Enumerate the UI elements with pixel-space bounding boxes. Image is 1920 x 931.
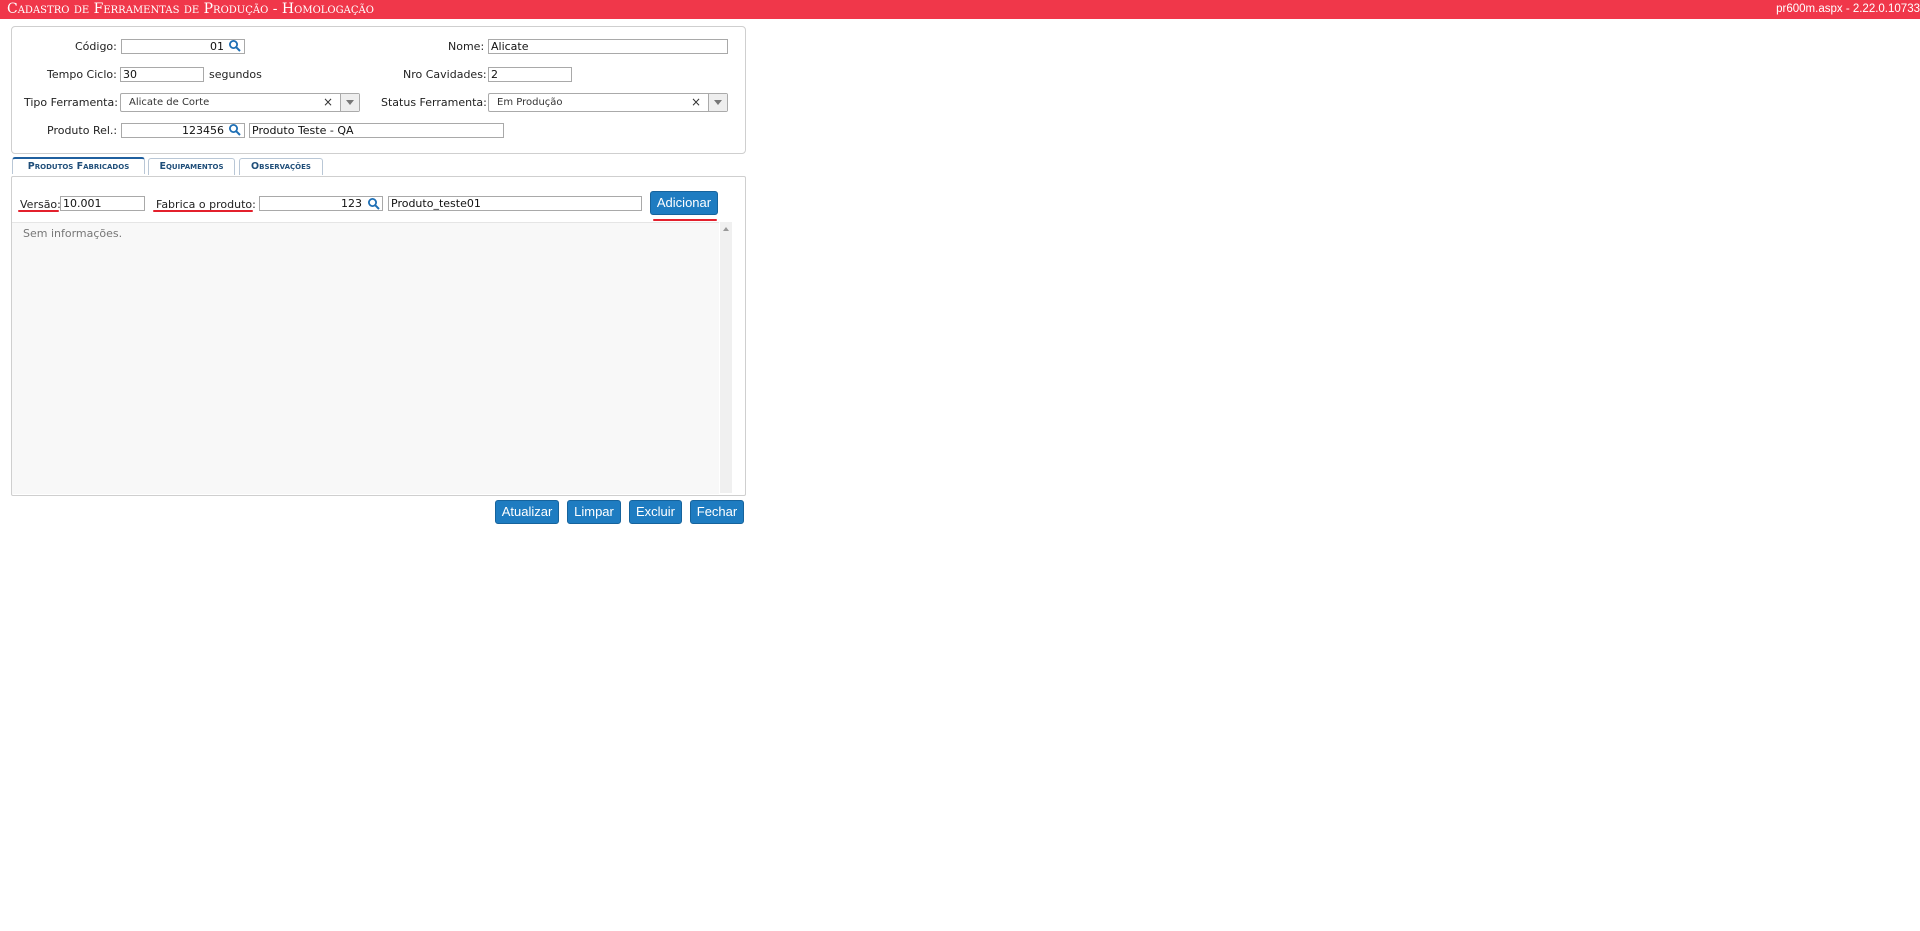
fabrica-produto-underline [153,210,253,212]
codigo-label: Código: [75,40,117,53]
nro-cavidades-label: Nro Cavidades: [403,68,487,81]
status-ferramenta-value: Em Produção [497,97,563,108]
fechar-button[interactable]: Fechar [690,500,744,524]
produto-rel-label: Produto Rel.: [47,124,118,137]
search-icon[interactable] [367,197,381,211]
codigo-input[interactable] [121,39,245,54]
tipo-ferramenta-value: Alicate de Corte [129,97,210,108]
status-ferramenta-select[interactable]: Em Produção × [488,93,728,112]
fabrica-code-input[interactable] [259,196,383,211]
excluir-button[interactable]: Excluir [629,500,682,524]
versao-input[interactable] [60,196,145,211]
page-title: Cadastro de Ferramentas de Produção - Ho… [7,1,374,17]
tab-produtos-fabricados[interactable]: Produtos Fabricados [12,157,145,174]
search-icon[interactable] [228,123,242,137]
tempo-ciclo-input[interactable] [120,67,204,82]
grid-scrollbar[interactable] [720,222,732,493]
empty-message: Sem informações. [23,227,123,240]
title-bar: Cadastro de Ferramentas de Produção - Ho… [0,0,1920,19]
versao-underline [18,210,59,212]
tempo-ciclo-label: Tempo Ciclo: [47,68,117,81]
produtos-grid: Sem informações. [12,222,719,494]
tab-equipamentos[interactable]: Equipamentos [148,158,235,175]
tempo-ciclo-unit: segundos [209,68,262,81]
nome-input[interactable] [488,39,728,54]
fabrica-description-input[interactable] [388,196,642,211]
limpar-button[interactable]: Limpar [567,500,621,524]
nro-cavidades-input[interactable] [488,67,572,82]
add-button-underline [653,219,717,221]
tipo-ferramenta-label: Tipo Ferramenta: [24,96,118,109]
clear-icon[interactable]: × [691,95,701,109]
chevron-down-icon[interactable] [340,94,359,111]
atualizar-button[interactable]: Atualizar [495,500,559,524]
produto-rel-description-input[interactable] [249,123,504,138]
clear-icon[interactable]: × [323,95,333,109]
chevron-down-icon[interactable] [708,94,727,111]
tipo-ferramenta-select[interactable]: Alicate de Corte × [120,93,360,112]
produto-rel-code-input[interactable] [121,123,245,138]
status-ferramenta-label: Status Ferramenta: [381,96,487,109]
tab-observacoes[interactable]: Observações [239,158,323,175]
search-icon[interactable] [228,39,242,53]
version-label: pr600m.aspx - 2.22.0.10733 [1776,3,1920,15]
add-button[interactable]: Adicionar [650,191,718,215]
nome-label: Nome: [448,40,485,53]
